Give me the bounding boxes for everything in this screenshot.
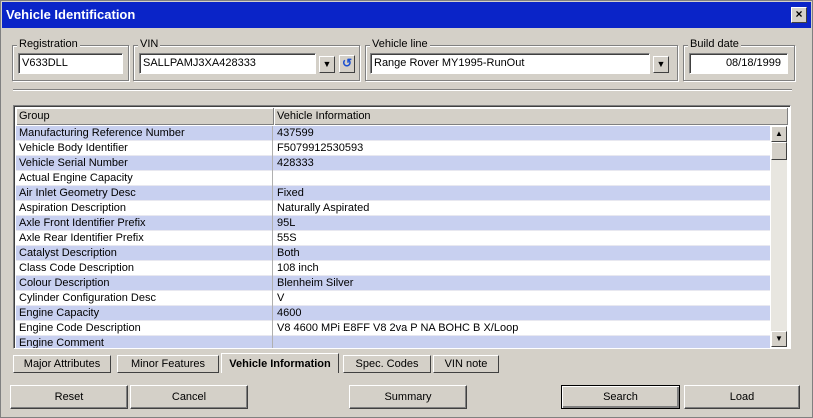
group-cell: Axle Front Identifier Prefix [16,216,273,231]
arrow-up-icon: ▲ [775,129,783,138]
group-cell: Axle Rear Identifier Prefix [16,231,273,246]
vehicle-information-cell: 95L [277,217,296,229]
vehicle-information-cell: 437599 [277,127,314,139]
arrow-down-icon: ▼ [775,334,783,343]
chevron-down-icon: ▼ [322,59,332,69]
group-cell: Air Inlet Geometry Desc [16,186,273,201]
tab-vin-note[interactable]: VIN note [433,355,499,373]
table-row[interactable]: Class Code Description 108 inch [16,261,770,276]
table-body: Manufacturing Reference Number 437599 Vehi… [16,126,770,348]
table-row[interactable]: Engine Comment [16,336,770,348]
group-cell: Vehicle Serial Number [16,156,273,171]
group-cell: Colour Description [16,276,273,291]
build-date-input[interactable]: 08/18/1999 [689,53,788,74]
table-row[interactable]: Manufacturing Reference Number 437599 [16,126,770,141]
vehicle-information-cell: V8 4600 MPi E8FF V8 2va P NA BOHC B X/Lo… [277,322,519,334]
table-row[interactable]: Colour Description Blenheim Silver [16,276,770,291]
scroll-down-button[interactable]: ▼ [771,331,787,347]
vehicle-information-cell: 55S [277,232,297,244]
table-header: Group Vehicle Information [16,108,788,125]
group-cell: Catalyst Description [16,246,273,261]
vehicle-information-cell: 428333 [277,157,314,169]
vehicle-information-cell: Naturally Aspirated [277,202,370,214]
vertical-scrollbar[interactable]: ▲ ▼ [771,126,787,347]
group-cell: Engine Capacity [16,306,273,321]
table-row[interactable]: Aspiration Description Naturally Aspirate… [16,201,770,216]
scroll-up-button[interactable]: ▲ [771,126,787,142]
search-button[interactable]: Search [561,385,680,409]
separator [13,89,792,91]
scroll-thumb[interactable] [771,142,787,160]
group-cell: Manufacturing Reference Number [16,126,273,141]
table-row[interactable]: Engine Capacity 4600 [16,306,770,321]
vehicle-line-dropdown-button[interactable]: ▼ [653,56,669,73]
group-cell: Vehicle Body Identifier [16,141,273,156]
vehicle-information-cell: Blenheim Silver [277,277,354,289]
vehicle-information-cell: 108 inch [277,262,319,274]
group-cell: Aspiration Description [16,201,273,216]
group-cell: Cylinder Configuration Desc [16,291,273,306]
vehicle-line-select[interactable]: Range Rover MY1995-RunOut [370,53,650,74]
tab-minor-features[interactable]: Minor Features [117,355,219,373]
table-row[interactable]: Air Inlet Geometry Desc Fixed [16,186,770,201]
table-row[interactable]: Catalyst Description Both [16,246,770,261]
table-row[interactable]: Vehicle Body Identifier F5079912530593 [16,141,770,156]
vehicle-information-cell: Fixed [277,187,304,199]
vehicle-information-cell: Both [277,247,300,259]
column-header-group[interactable]: Group [16,108,274,125]
table-row[interactable]: Cylinder Configuration Desc V [16,291,770,306]
refresh-icon: ↺ [341,56,353,70]
vehicle-identification-window: Vehicle Identification × Registration V6… [0,0,813,418]
cancel-button[interactable]: Cancel [130,385,248,409]
tab-vehicle-information[interactable]: Vehicle Information [221,353,339,373]
vehicle-line-label: Vehicle line [370,38,430,50]
group-cell: Engine Code Description [16,321,273,336]
window-title: Vehicle Identification [6,7,136,22]
table-row[interactable]: Actual Engine Capacity [16,171,770,186]
table-row[interactable]: Engine Code Description V8 4600 MPi E8FF … [16,321,770,336]
vehicle-information-cell: F5079912530593 [277,142,364,154]
vin-refresh-button[interactable]: ↺ [339,55,355,73]
table-row[interactable]: Vehicle Serial Number 428333 [16,156,770,171]
title-bar: Vehicle Identification × [2,2,811,28]
group-cell: Actual Engine Capacity [16,171,273,186]
close-button[interactable]: × [791,7,807,23]
group-cell: Class Code Description [16,261,273,276]
registration-input[interactable]: V633DLL [18,53,123,74]
vehicle-information-cell: 4600 [277,307,302,319]
table-row[interactable]: Axle Rear Identifier Prefix 55S [16,231,770,246]
chevron-down-icon: ▼ [656,59,666,69]
summary-button[interactable]: Summary [349,385,467,409]
column-header-vehicle-information[interactable]: Vehicle Information [274,108,788,125]
vehicle-information-cell: V [277,292,285,304]
load-button[interactable]: Load [684,385,800,409]
vehicle-information-cell [274,171,770,186]
table-row[interactable]: Axle Front Identifier Prefix 95L [16,216,770,231]
vehicle-info-table: Group Vehicle Information Manufacturing … [13,105,791,349]
registration-label: Registration [17,38,80,50]
build-date-label: Build date [688,38,741,50]
vehicle-information-cell [274,336,770,348]
vin-label: VIN [138,38,161,50]
tab-spec-codes[interactable]: Spec. Codes [343,355,431,373]
group-cell: Engine Comment [16,336,273,348]
tab-major-attributes[interactable]: Major Attributes [13,355,111,373]
reset-button[interactable]: Reset [10,385,128,409]
vin-dropdown-button[interactable]: ▼ [319,56,335,73]
vin-input[interactable]: SALLPAMJ3XA428333 [139,53,316,74]
